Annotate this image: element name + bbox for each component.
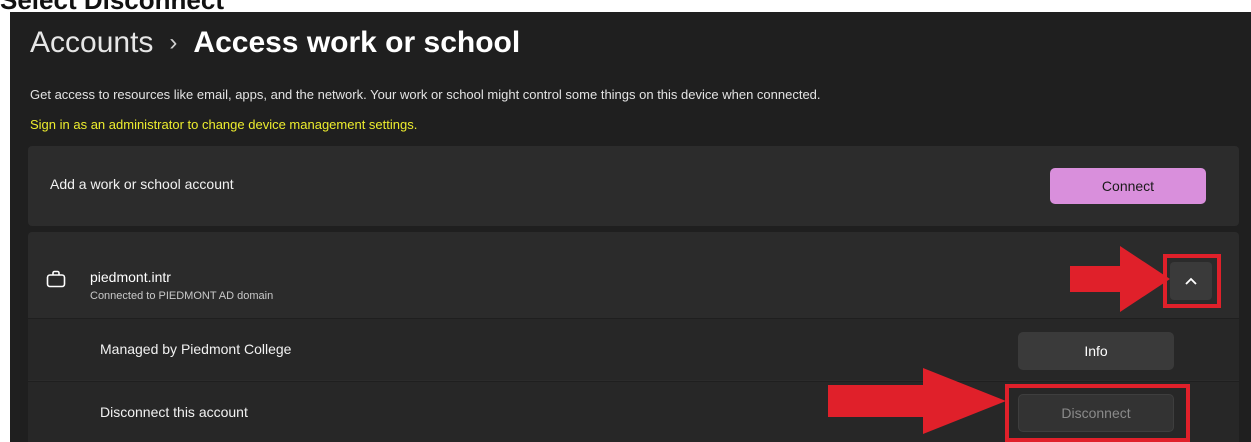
breadcrumb-accounts[interactable]: Accounts [30,26,153,60]
breadcrumb-separator: › [169,29,178,56]
breadcrumb: Accounts › Access work or school [30,20,520,66]
annotation-highlight-disconnect [1005,384,1190,442]
page-title: Access work or school [193,26,521,59]
annotation-arrow-right [828,368,1006,434]
account-name: piedmont.intr [90,269,171,285]
managed-by-row: Managed by Piedmont College Info [28,318,1239,380]
page-description: Get access to resources like email, apps… [30,87,821,102]
info-button[interactable]: Info [1018,332,1174,370]
add-account-card: Add a work or school account Connect [28,146,1239,226]
account-card: piedmont.intr Connected to PIEDMONT AD d… [28,232,1239,442]
settings-window: Accounts › Access work or school Get acc… [10,12,1251,442]
account-subtitle: Connected to PIEDMONT AD domain [90,290,274,302]
tutorial-caption: Select Disconnect [0,0,224,15]
account-header-row[interactable]: piedmont.intr Connected to PIEDMONT AD d… [28,232,1239,317]
disconnect-row: Disconnect this account Disconnect [28,368,1239,442]
add-account-label: Add a work or school account [50,176,234,192]
managed-by-label: Managed by Piedmont College [100,341,292,357]
annotation-highlight-chevron [1163,254,1221,308]
admin-settings-link[interactable]: Sign in as an administrator to change de… [30,117,417,132]
connect-button[interactable]: Connect [1050,168,1206,204]
annotation-arrow-right [1070,246,1170,312]
disconnect-label: Disconnect this account [100,404,248,420]
briefcase-icon [46,270,66,288]
